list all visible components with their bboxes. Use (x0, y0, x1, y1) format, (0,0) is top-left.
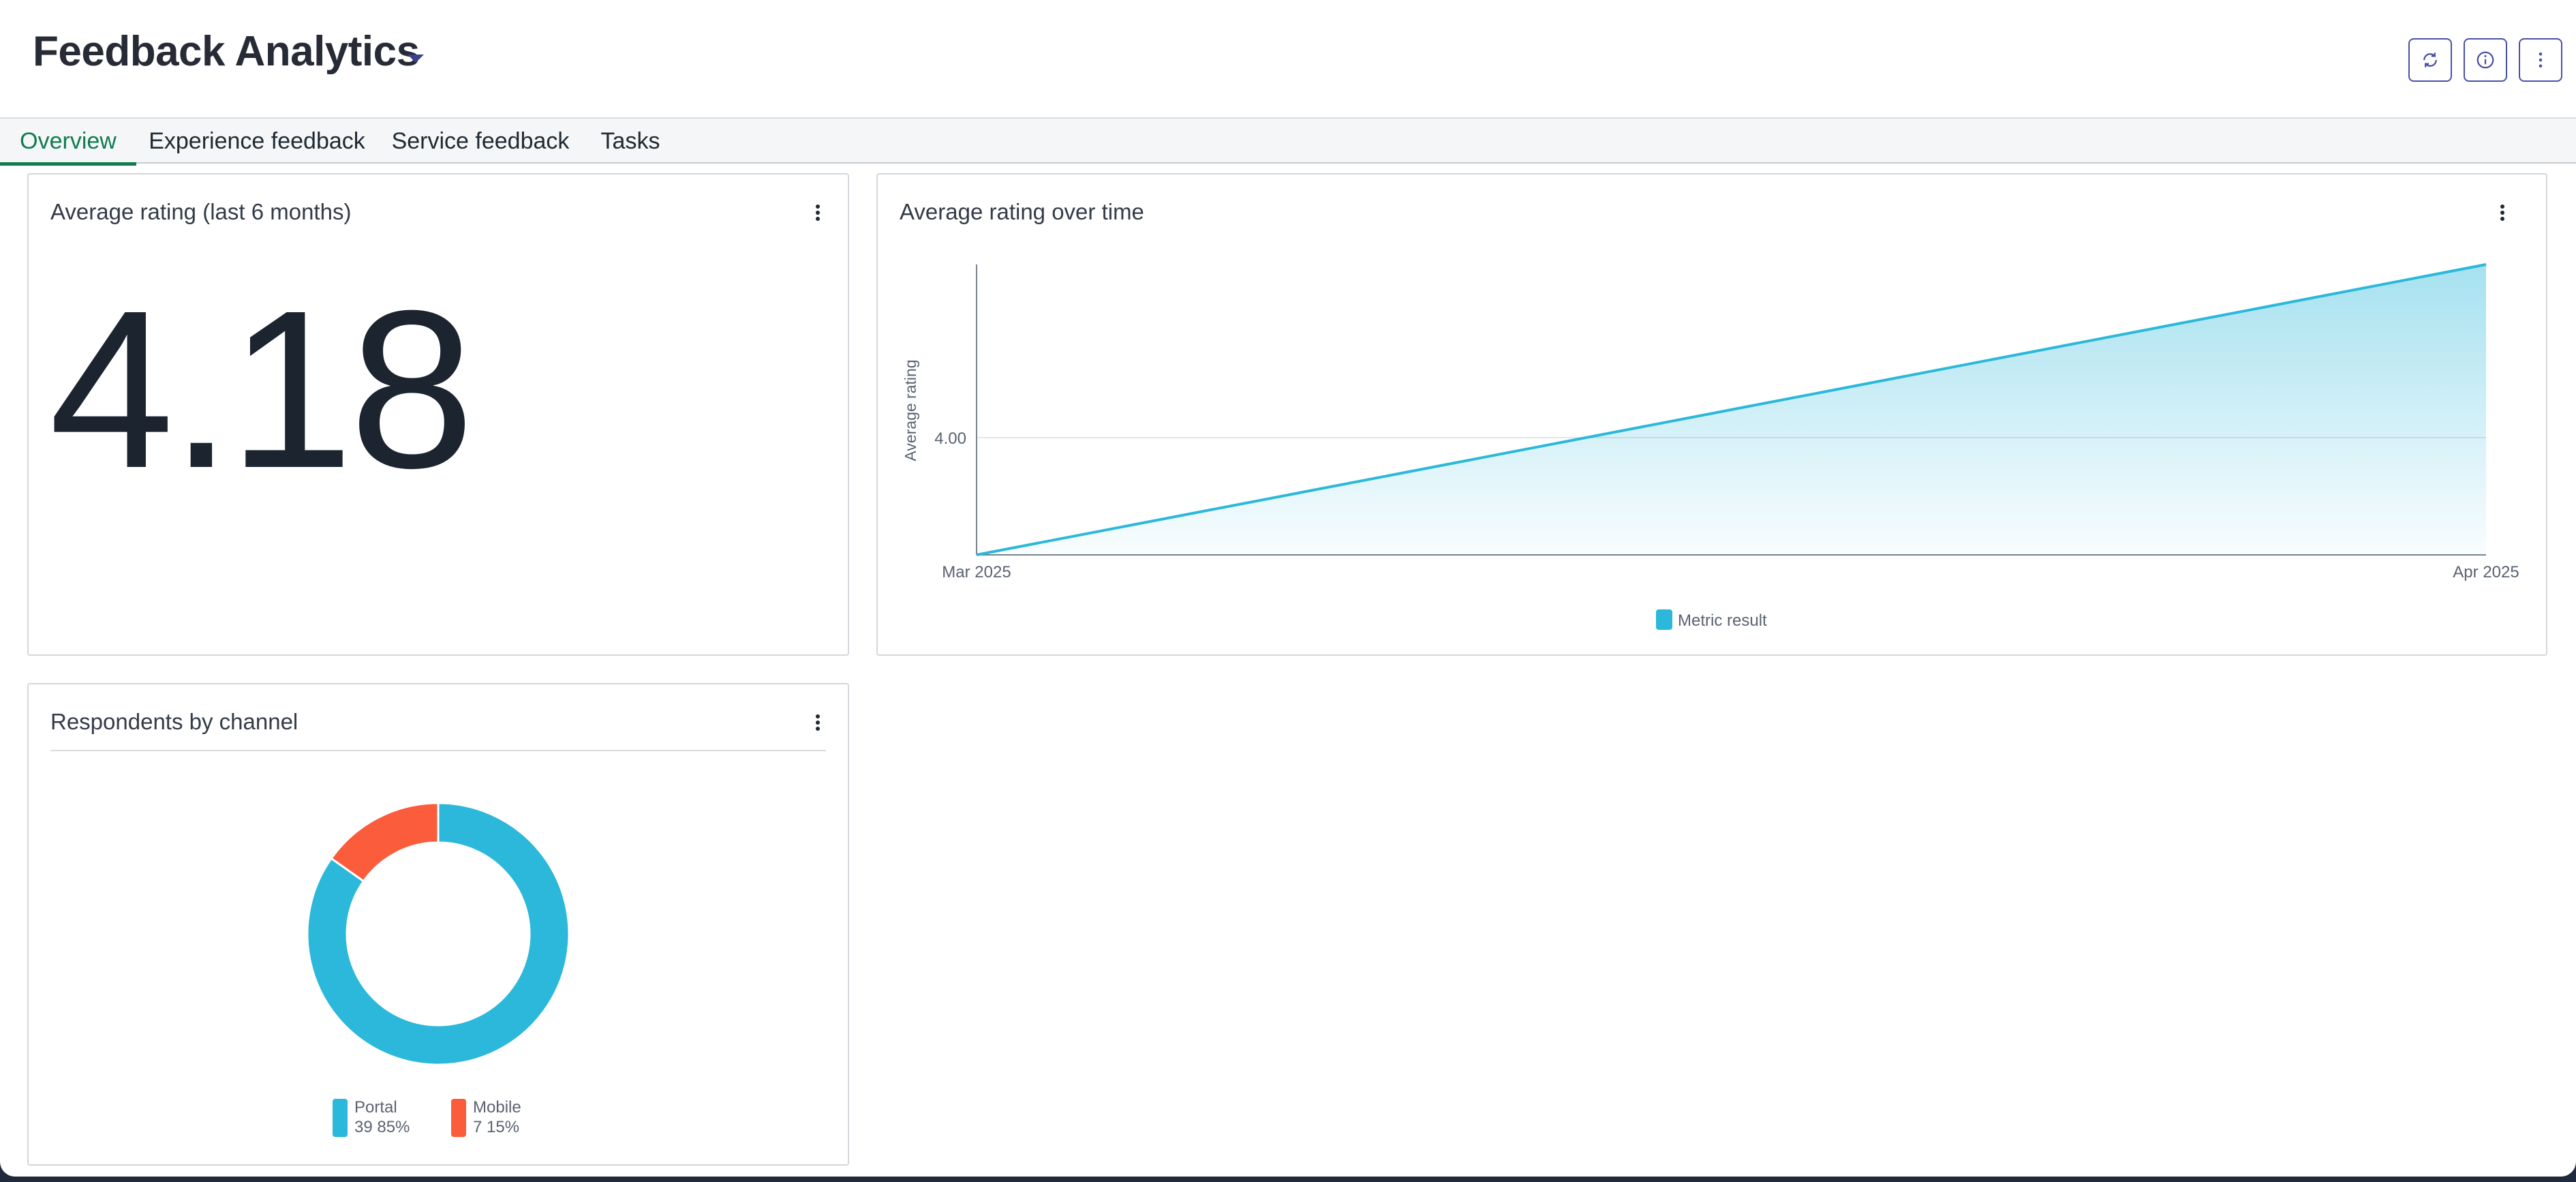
page-title: Feedback Analytics (33, 28, 420, 75)
donut-chart (306, 802, 570, 1066)
donut-slice-mobile[interactable] (330, 802, 440, 883)
x-tick-label: Mar 2025 (942, 563, 1011, 581)
app-window: Feedback Analytics Overview Experience f… (0, 0, 2576, 1177)
area-chart: 4.00 Average rating Mar 2025 Apr 2025 Me… (902, 263, 2519, 630)
legend-label-portal: Portal (354, 1098, 397, 1117)
legend-label: Metric result (1678, 611, 1767, 630)
y-axis-label: Average rating (902, 359, 919, 461)
card-menu-icon[interactable] (804, 709, 831, 736)
legend-swatch (1656, 609, 1672, 630)
more-vertical-icon (2539, 52, 2543, 67)
y-tick-label: 4.00 (934, 429, 966, 448)
more-options-button[interactable] (2519, 38, 2562, 82)
page-header: Feedback Analytics (0, 0, 2576, 117)
card-menu-icon[interactable] (2489, 199, 2516, 226)
legend-value-portal: 39 85% (354, 1118, 410, 1136)
divider (50, 750, 826, 751)
tab-bar: Overview Experience feedback Service fee… (0, 117, 2576, 166)
chevron-down-icon[interactable] (408, 55, 424, 63)
tab-overview[interactable]: Overview (0, 119, 136, 166)
tab-service-feedback[interactable]: Service feedback (390, 119, 571, 164)
info-button[interactable] (2464, 38, 2507, 82)
card-title: Average rating (last 6 months) (50, 199, 352, 224)
x-tick-label: Apr 2025 (2453, 563, 2519, 581)
average-rating-card: Average rating (last 6 months) 4.18 (27, 173, 849, 656)
kpi-value: 4.18 (49, 263, 474, 515)
tab-experience-feedback[interactable]: Experience feedback (144, 119, 369, 164)
legend-label-mobile: Mobile (473, 1098, 521, 1117)
refresh-icon (2423, 52, 2437, 67)
legend-swatch-mobile (451, 1099, 466, 1137)
tab-tasks[interactable]: Tasks (594, 119, 666, 164)
legend-value-mobile: 7 15% (473, 1118, 520, 1136)
card-menu-icon[interactable] (804, 199, 831, 226)
info-icon (2477, 51, 2494, 69)
refresh-button[interactable] (2408, 38, 2452, 82)
card-title: Respondents by channel (50, 709, 298, 734)
legend-swatch-portal (333, 1099, 348, 1137)
rating-over-time-card: Average rating over time 4.00 Average ra… (876, 173, 2547, 656)
card-title: Average rating over time (900, 199, 1144, 224)
respondents-card: Respondents by channel Portal 39 85% Mob… (27, 683, 849, 1166)
